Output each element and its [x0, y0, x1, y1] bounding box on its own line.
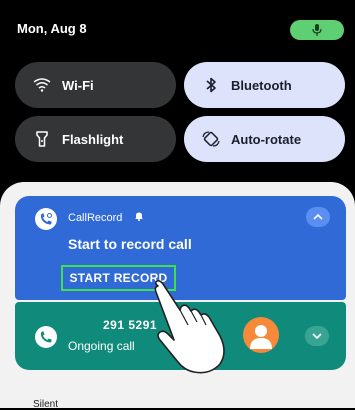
chevron-up-icon	[313, 214, 323, 220]
alarm-icon	[135, 212, 143, 221]
mic-indicator[interactable]	[290, 20, 344, 40]
bluetooth-icon	[202, 76, 220, 94]
tile-bluetooth[interactable]: Bluetooth	[184, 62, 345, 108]
expand-button[interactable]	[305, 326, 329, 346]
phone-app-icon	[35, 326, 57, 348]
status-date: Mon, Aug 8	[17, 21, 87, 36]
auto-rotate-icon	[202, 130, 220, 148]
caller-number: 291 5291	[103, 318, 158, 332]
wifi-icon	[33, 76, 51, 94]
call-status: Ongoing call	[68, 339, 135, 353]
tile-wifi[interactable]: Wi-Fi	[15, 62, 176, 108]
tap-hand-icon	[154, 280, 225, 374]
status-bar: Mon, Aug 8	[0, 0, 355, 56]
tile-label: Auto-rotate	[231, 131, 302, 147]
caller-avatar	[243, 317, 279, 353]
tile-flashlight[interactable]: Flashlight	[15, 116, 176, 162]
tile-label: Wi-Fi	[62, 77, 94, 93]
tile-auto-rotate[interactable]: Auto-rotate	[184, 116, 345, 162]
tile-label: Bluetooth	[231, 77, 292, 93]
callrecord-app-icon	[35, 208, 57, 230]
notification-title: Start to record call	[68, 236, 192, 252]
section-label-silent: Silent	[33, 399, 59, 410]
notification-app-name: CallRecord	[68, 212, 123, 224]
chevron-down-icon	[312, 333, 322, 339]
tile-label: Flashlight	[62, 131, 124, 147]
mic-icon	[312, 24, 322, 36]
flashlight-icon	[33, 130, 51, 148]
collapse-button[interactable]	[306, 207, 330, 227]
